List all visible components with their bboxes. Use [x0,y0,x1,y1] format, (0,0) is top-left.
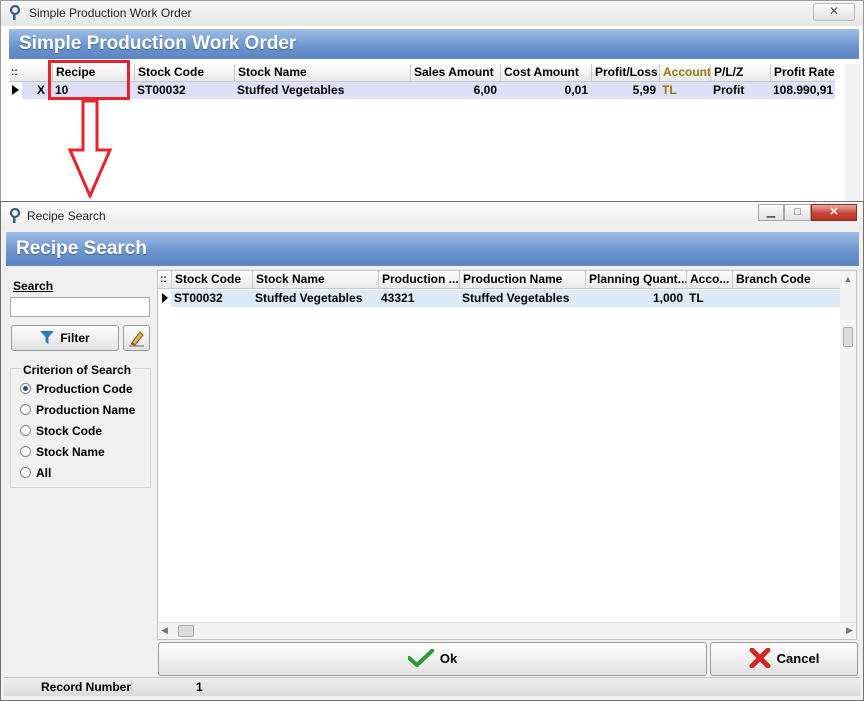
grid-header: :: Stock Code Stock Name Production ... … [158,271,841,289]
cell-stock-name[interactable]: Stuffed Vegetables [234,82,410,99]
col-profit-loss[interactable]: Profit/Loss [591,64,659,81]
work-order-titlebar[interactable]: Simple Production Work Order ✕ [1,1,863,26]
col-sales-amount[interactable]: Sales Amount [410,64,500,81]
cell-cost-amount[interactable]: 0,01 [500,82,591,99]
close-button[interactable]: ✕ [811,204,857,221]
grid-grip[interactable]: :: [9,64,23,81]
radio-icon [20,446,31,457]
radio-production-code[interactable]: Production Code [20,379,135,400]
cell-stock-code[interactable]: ST00032 [171,290,252,307]
ok-button[interactable]: Ok [158,642,707,676]
recipe-search-titlebar[interactable]: Recipe Search ▁ □ ✕ [1,202,863,230]
row-pointer-icon [162,293,168,303]
col-plz[interactable]: P/L/Z [710,64,770,81]
grid-header: :: Recipe Stock Code Stock Name Sales Am… [9,64,835,82]
scroll-thumb[interactable] [843,327,853,347]
window-title: Recipe Search [27,209,106,223]
radio-icon [20,467,31,478]
col-stock-name[interactable]: Stock Name [252,271,378,288]
cell-account[interactable]: TL [659,82,710,99]
col-account[interactable]: Account [659,64,710,81]
recipe-search-window: Recipe Search ▁ □ ✕ Recipe Search Search… [0,201,864,701]
search-input[interactable] [10,297,150,317]
col-branch-code[interactable]: Branch Code [732,271,841,288]
maximize-button[interactable]: □ [784,204,811,221]
record-number-label: Record Number [41,680,132,694]
cross-icon [749,647,771,669]
recipe-grid: :: Stock Code Stock Name Production ... … [157,270,857,640]
col-production-name[interactable]: Production Name [459,271,585,288]
scroll-right-icon[interactable]: ▶ [846,625,853,636]
close-icon: ✕ [828,4,840,18]
close-icon: ✕ [829,206,839,218]
filter-label: Filter [60,331,90,345]
window-title: Simple Production Work Order [29,6,192,20]
table-row[interactable]: ST00032 Stuffed Vegetables 43321 Stuffed… [171,290,841,307]
scroll-thumb[interactable] [178,625,194,637]
work-order-grid: :: Recipe Stock Code Stock Name Sales Am… [9,64,835,204]
check-icon [406,648,435,667]
app-icon [9,5,21,20]
eraser-icon [128,331,144,347]
cell-planning-quantity[interactable]: 1,000 [585,290,686,307]
minimize-icon: ▁ [766,206,776,218]
search-label: Search [13,279,54,293]
radio-icon [20,425,31,436]
cell-profit-rate[interactable]: 108.990,91 [770,82,835,99]
col-stock-code[interactable]: Stock Code [171,271,252,288]
cell-production-code[interactable]: 43321 [378,290,459,307]
record-number-value: 1 [196,680,203,694]
close-button[interactable]: ✕ [813,3,855,21]
cell-branch-code[interactable] [732,290,841,307]
scroll-up-icon[interactable]: ▲ [840,274,856,284]
cell-profit-loss[interactable]: 5,99 [591,82,659,99]
vertical-scrollbar[interactable] [845,64,861,204]
col-stock-code[interactable]: Stock Code [134,64,234,81]
radio-stock-code[interactable]: Stock Code [20,421,135,442]
ok-label: Ok [439,651,458,666]
col-account[interactable]: Acco... [686,271,732,288]
cell-sales-amount[interactable]: 6,00 [410,82,500,99]
cancel-button[interactable]: Cancel [710,642,858,676]
col-stock-name[interactable]: Stock Name [234,64,410,81]
scroll-left-icon[interactable]: ◀ [161,625,168,636]
table-row[interactable]: X 10 ST00032 Stuffed Vegetables 6,00 0,0… [22,82,835,99]
work-order-banner: Simple Production Work Order [9,29,859,59]
work-order-window: Simple Production Work Order ✕ Simple Pr… [0,0,864,205]
cell-stock-code[interactable]: ST00032 [134,82,234,99]
criterion-title: Criterion of Search [21,363,134,377]
horizontal-scrollbar[interactable]: ◀ ▶ [158,622,856,639]
col-production-code[interactable]: Production ... [378,271,459,288]
grid-grip[interactable]: :: [158,271,171,288]
radio-selected-icon [20,383,31,394]
radio-stock-name[interactable]: Stock Name [20,442,135,463]
app-icon [9,208,21,223]
cell-production-name[interactable]: Stuffed Vegetables [459,290,585,307]
recipe-search-banner: Recipe Search [6,232,859,266]
vertical-scrollbar[interactable]: ▲ [840,271,856,623]
filter-button[interactable]: Filter [11,325,119,351]
col-cost-amount[interactable]: Cost Amount [500,64,591,81]
criteria-list: Production Code Production Name Stock Co… [20,379,135,484]
filter-icon [40,331,55,344]
maximize-icon: □ [794,206,801,218]
minimize-button[interactable]: ▁ [758,204,784,221]
radio-all[interactable]: All [20,463,135,484]
status-bar: Record Number 1 [4,677,860,696]
cell-plz[interactable]: Profit [710,82,770,99]
col-profit-rate[interactable]: Profit Rate [770,64,835,81]
cell-stock-name[interactable]: Stuffed Vegetables [252,290,378,307]
highlight-box [48,60,130,100]
down-arrow-icon [68,100,112,198]
clear-filter-button[interactable] [123,325,150,351]
status-divider [131,680,132,694]
criterion-group: Criterion of Search Production Code Prod… [10,363,151,488]
cell-account[interactable]: TL [686,290,732,307]
row-pointer-icon [12,85,19,95]
cancel-label: Cancel [776,651,820,666]
radio-icon [20,404,31,415]
radio-production-name[interactable]: Production Name [20,400,135,421]
col-planning-quantity[interactable]: Planning Quant... [585,271,686,288]
